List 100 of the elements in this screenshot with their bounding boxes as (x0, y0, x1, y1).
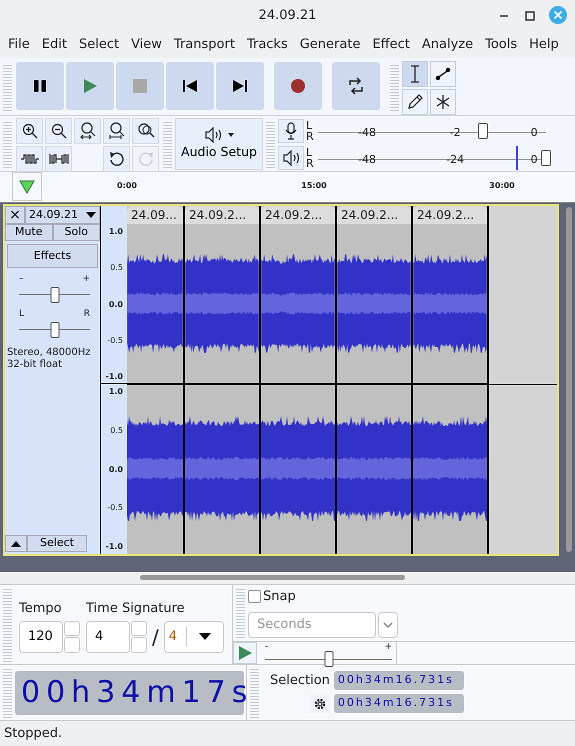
toolbar-grip[interactable] (236, 587, 245, 639)
audio-setup-button[interactable]: Audio Setup (175, 118, 263, 170)
channel-label: L (306, 147, 312, 158)
selection-end-time[interactable]: 00h34m16.731s (334, 694, 464, 714)
slider-label: + (82, 275, 90, 284)
slider-track[interactable] (265, 652, 392, 666)
zoom-button[interactable] (45, 118, 72, 144)
slider-track[interactable] (19, 284, 90, 306)
playback-meter-button[interactable] (278, 146, 304, 170)
toolbar-grip[interactable] (163, 120, 172, 169)
meter-tick: -48 (358, 124, 376, 141)
clip-title[interactable]: 24.09.2... (337, 206, 411, 224)
play-at-speed-button[interactable] (233, 642, 257, 664)
time-tick: 15:00 (301, 180, 327, 192)
audio-clip[interactable]: 24.09.2... (185, 206, 261, 554)
meter-tick: 0 (530, 152, 538, 168)
scrollbar[interactable] (566, 207, 572, 552)
pause-button[interactable] (16, 62, 64, 110)
slider-track[interactable] (19, 319, 90, 341)
slider-thumb[interactable] (324, 651, 333, 667)
menu-item[interactable]: Transport (168, 35, 241, 55)
selection-label: Selection (270, 672, 330, 690)
audio-clip[interactable]: 24.09.2... (337, 206, 413, 554)
pencil-icon (407, 94, 423, 110)
play-icon (238, 646, 252, 660)
edit-button[interactable] (45, 146, 72, 172)
zoom-button[interactable] (16, 118, 43, 144)
menu-item[interactable]: View (125, 35, 168, 55)
clip-title[interactable]: 24.09.2... (185, 206, 259, 224)
record-meter-button[interactable] (278, 118, 304, 143)
toolbar-grip[interactable] (266, 120, 275, 169)
slider-thumb[interactable] (478, 122, 488, 139)
track-name-menu[interactable]: 24.09.21 (25, 206, 100, 224)
tool-button[interactable] (430, 61, 456, 87)
scrollbar[interactable] (140, 575, 405, 580)
ruler-label: -1.0 (106, 371, 123, 383)
beats-field[interactable]: 4 (86, 620, 130, 652)
note-value: 4 (164, 626, 187, 646)
menu-item[interactable]: Help (523, 35, 565, 55)
ruler-label: 1.0 (108, 226, 123, 238)
clip-title[interactable]: 24.09.2... (261, 206, 335, 224)
menu-item[interactable]: File (2, 35, 36, 55)
close-icon (549, 6, 567, 24)
slider-thumb[interactable] (50, 322, 59, 338)
menu-item[interactable]: Edit (36, 35, 73, 55)
skip-end-button[interactable] (216, 62, 264, 110)
menu-item[interactable]: Tools (479, 35, 524, 55)
zoom-button[interactable] (103, 118, 130, 144)
tempo-field[interactable]: 120 (19, 620, 63, 652)
timeline-play-button[interactable] (12, 172, 42, 201)
slider-thumb[interactable] (50, 287, 59, 303)
audio-clip[interactable]: 24.09... (127, 206, 185, 554)
slider-label: + (384, 643, 392, 652)
slider-thumb[interactable] (540, 150, 551, 166)
menu-item[interactable]: Generate (294, 35, 366, 55)
clip-title[interactable]: 24.09.2... (413, 206, 487, 224)
track-toggle-button[interactable]: Mute (5, 224, 52, 241)
toolbar-grip[interactable] (250, 667, 259, 718)
undo-button[interactable] (103, 146, 130, 172)
menu-item[interactable]: Analyze (416, 35, 480, 55)
clip-title[interactable]: 24.09... (127, 206, 183, 224)
tool-button[interactable] (402, 61, 428, 87)
loop-icon (347, 77, 365, 95)
edit-button[interactable] (16, 146, 43, 172)
tempo-label: Tempo (19, 600, 63, 618)
settings-button[interactable] (310, 694, 330, 714)
ruler-label: -1.0 (106, 541, 123, 553)
selection-start-time[interactable]: 00h34m16.731s (334, 671, 464, 690)
audio-clip[interactable]: 24.09.2... (413, 206, 489, 554)
zoom-button[interactable] (132, 118, 159, 144)
dropdown-button[interactable] (378, 612, 398, 638)
menu-item[interactable]: Tracks (240, 35, 294, 55)
ruler-label: 0.0 (108, 464, 123, 476)
skip-start-button[interactable] (166, 62, 214, 110)
note-value-dropdown[interactable]: 4 (164, 620, 224, 652)
menu-item[interactable]: Select (72, 35, 126, 55)
play-head-icon (19, 180, 35, 194)
zoom-button[interactable] (74, 118, 101, 144)
record-icon (290, 78, 306, 94)
time-display[interactable]: 00h34m17s (15, 670, 244, 714)
loop-button[interactable] (332, 62, 380, 110)
status-bar: Stopped. (0, 720, 575, 746)
select-track-button[interactable]: Select (27, 535, 87, 552)
tool-button[interactable] (430, 89, 456, 115)
close-track-button[interactable]: × (5, 206, 25, 224)
undo-icon (108, 150, 126, 168)
toolbar-grip[interactable] (390, 63, 399, 113)
toolbar-grip[interactable] (3, 667, 12, 718)
separator: / (152, 624, 159, 650)
track-toggle-button[interactable]: Solo (52, 224, 100, 241)
record-button[interactable] (274, 62, 322, 110)
meter-tick: -2 (450, 124, 461, 141)
collapse-button[interactable] (5, 535, 27, 552)
audio-clip[interactable]: 24.09.2... (261, 206, 337, 554)
multi-tool-icon (435, 94, 451, 110)
slider-label: - (265, 643, 268, 652)
tool-button[interactable] (402, 89, 428, 115)
redo-icon (136, 150, 154, 168)
effects-button[interactable]: Effects (7, 244, 98, 268)
menu-item[interactable]: Effect (366, 35, 416, 55)
